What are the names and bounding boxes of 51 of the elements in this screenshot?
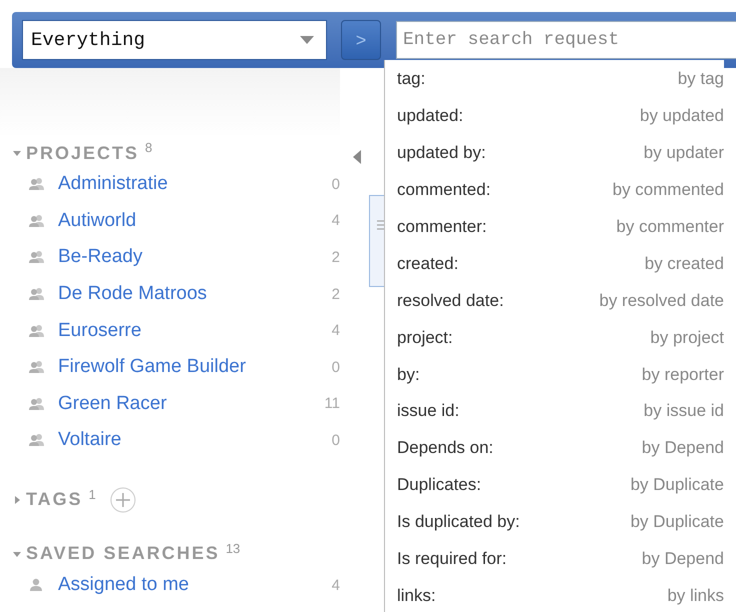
- sidebar-link[interactable]: Firewolf Game Builder: [58, 356, 310, 378]
- item-count: 2: [330, 248, 340, 266]
- suggestion-item[interactable]: Is duplicated by: by Duplicate: [385, 504, 724, 541]
- group-icon: [28, 396, 46, 411]
- group-icon: [28, 250, 46, 264]
- item-count: 2: [330, 286, 340, 303]
- item-count: 4: [330, 322, 340, 340]
- collapse-sidebar-icon[interactable]: [353, 150, 361, 164]
- item-count: 0: [330, 358, 340, 376]
- group-icon: [28, 433, 46, 448]
- caret-icon: [300, 36, 314, 44]
- add-icon[interactable]: [110, 486, 136, 513]
- suggestion-item[interactable]: commenter: by commenter: [385, 208, 724, 246]
- group-icon: [28, 287, 46, 302]
- sidebar-link[interactable]: Be-Ready: [58, 246, 310, 268]
- suggestion-item[interactable]: tag: by tag: [385, 61, 724, 98]
- group-icon: [28, 214, 46, 228]
- sidebar-link[interactable]: Assigned to me: [58, 574, 310, 596]
- group-icon: [28, 324, 46, 338]
- collapse-icon[interactable]: [12, 148, 22, 158]
- suggestion-item[interactable]: created: by created: [385, 245, 724, 282]
- sidebar-link[interactable]: De Rode Matroos: [58, 283, 310, 306]
- section-count: 8: [145, 140, 152, 155]
- section-count: 13: [226, 540, 240, 556]
- item-count: 4: [330, 212, 340, 230]
- suggestion-item[interactable]: by: by reporter: [385, 356, 724, 394]
- suggestion-item[interactable]: issue id: by issue id: [385, 393, 724, 430]
- suggestion-item[interactable]: updated by: by updater: [385, 134, 724, 172]
- sidebar-link[interactable]: Autiworld: [58, 210, 310, 232]
- sidebar-link[interactable]: Administratie: [58, 173, 310, 196]
- sidebar-link[interactable]: Green Racer: [58, 392, 310, 415]
- suggestion-item[interactable]: Is required for: by Depend: [385, 540, 724, 578]
- suggestion-item[interactable]: Depends on: by Depend: [385, 430, 724, 467]
- item-count: 0: [330, 432, 340, 449]
- suggestion-item[interactable]: resolved date: by resolved date: [385, 282, 724, 320]
- sidebar-link[interactable]: Voltaire: [58, 429, 310, 452]
- suggestion-item[interactable]: commented: by commented: [385, 172, 724, 209]
- section-count: 1: [88, 486, 96, 502]
- item-count: 4: [330, 576, 340, 594]
- item-count: 11: [323, 395, 340, 412]
- suggestion-item[interactable]: links: by links: [385, 577, 724, 612]
- suggestion-item[interactable]: updated: by updated: [385, 98, 724, 135]
- group-icon: [28, 360, 46, 374]
- context-select[interactable]: Everything: [22, 20, 327, 60]
- sidebar-link[interactable]: Euroserre: [58, 320, 310, 342]
- suggestion-item[interactable]: project: by project: [385, 319, 724, 356]
- suggestion-item[interactable]: Duplicates: by Duplicate: [385, 466, 724, 504]
- item-count: 0: [330, 176, 340, 193]
- search-field[interactable]: Enter search request: [396, 21, 736, 59]
- group-icon: [28, 177, 46, 192]
- expand-icon[interactable]: [12, 494, 22, 505]
